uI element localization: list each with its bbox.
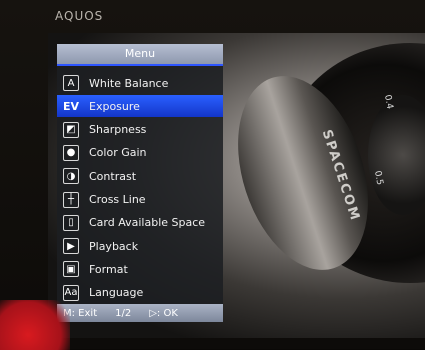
menu-footer: M: Exit 1/2 ▷: OK: [57, 304, 223, 322]
menu-item-label: Sharpness: [89, 123, 147, 137]
white-balance-icon: A: [63, 75, 79, 91]
color-gain-icon: ●: [63, 144, 79, 161]
menu-item-label: Language: [89, 286, 144, 300]
menu-item-label: Exposure: [89, 99, 140, 113]
menu-title: Menu: [57, 44, 223, 66]
menu-item-playback[interactable]: ▶ Playback: [57, 235, 223, 257]
exposure-icon: EV: [62, 99, 80, 113]
format-icon: ▣: [63, 261, 79, 278]
sharpness-icon: ◩: [63, 121, 79, 138]
cross-line-icon: ┼: [63, 191, 79, 208]
menu-item-label: White Balance: [89, 76, 169, 90]
language-icon: Aa: [63, 284, 79, 301]
red-foreground-blur: [0, 300, 70, 350]
menu-item-contrast[interactable]: ◑ Contrast: [57, 165, 223, 187]
osd-menu: Menu A White Balance EV Exposure ◩ Sharpness ●…: [57, 44, 223, 322]
sd-card-icon: ▯: [63, 214, 79, 231]
menu-item-format[interactable]: ▣ Format: [57, 258, 223, 280]
menu-item-card-available-space[interactable]: ▯ Card Available Space: [57, 212, 223, 234]
tv-bezel: AQUOS SPACECOM 0.4 0.5 Menu A White Balan…: [0, 0, 425, 350]
menu-item-label: Cross Line: [89, 193, 146, 206]
menu-item-language[interactable]: Aa Language: [57, 282, 223, 304]
ok-hint[interactable]: ▷: OK: [149, 308, 178, 319]
page-indicator: 1/2: [115, 307, 132, 319]
menu-item-white-balance[interactable]: A White Balance: [57, 72, 223, 94]
menu-item-sharpness[interactable]: ◩ Sharpness: [57, 119, 223, 141]
menu-item-label: Format: [89, 262, 128, 276]
contrast-icon: ◑: [63, 168, 79, 185]
menu-item-color-gain[interactable]: ● Color Gain: [57, 142, 223, 164]
menu-item-label: Color Gain: [89, 146, 147, 160]
playback-icon: ▶: [63, 238, 79, 255]
menu-item-label: Card Available Space: [89, 216, 206, 230]
menu-item-label: Playback: [89, 239, 139, 253]
tv-brand-logo: AQUOS: [55, 9, 104, 23]
menu-item-exposure[interactable]: EV Exposure: [57, 95, 223, 118]
menu-item-label: Contrast: [89, 169, 137, 183]
menu-item-cross-line[interactable]: ┼ Cross Line: [57, 189, 223, 211]
